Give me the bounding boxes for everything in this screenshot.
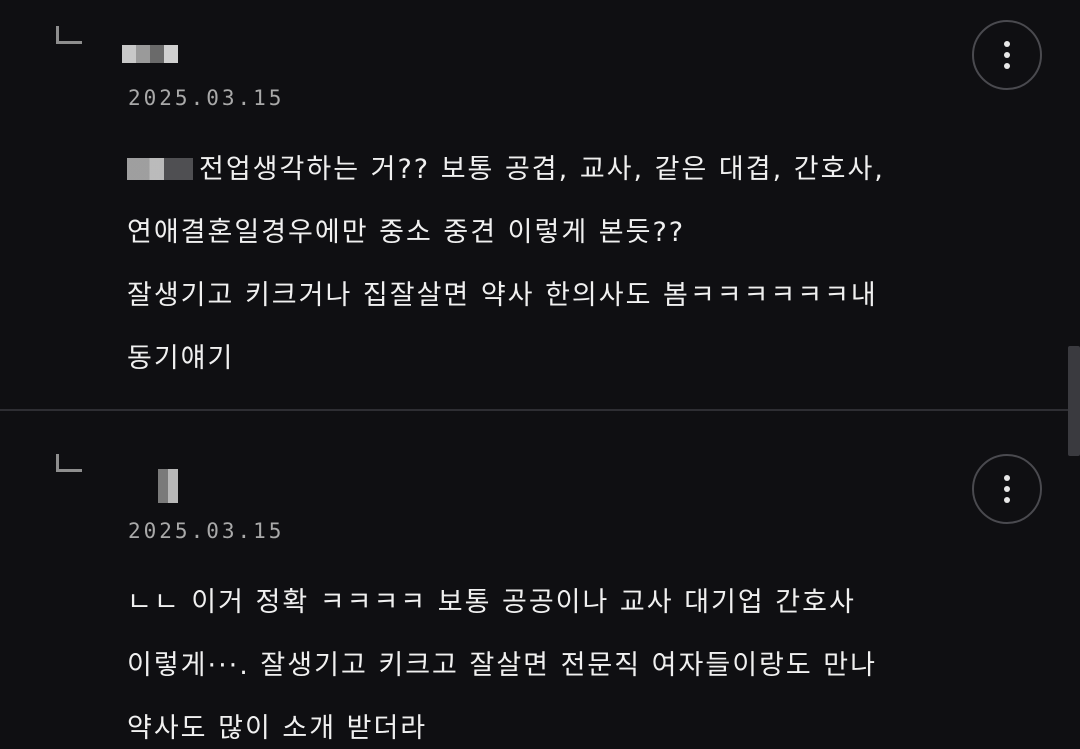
more-options-button[interactable] bbox=[972, 454, 1042, 524]
more-vertical-icon bbox=[1004, 475, 1010, 503]
reply-arrow-icon bbox=[56, 454, 82, 472]
comment-line: 약사도 많이 소개 받더라 bbox=[127, 713, 428, 744]
more-options-button[interactable] bbox=[972, 20, 1042, 90]
more-vertical-icon bbox=[1004, 41, 1010, 69]
comment-body: 전업생각하는 거?? 보통 공겹, 교사, 같은 대겹, 간호사, 연애결혼일경… bbox=[127, 138, 947, 390]
mention-blurred[interactable] bbox=[127, 158, 193, 180]
comment-line: 동기얘기 bbox=[127, 343, 235, 374]
comment-line: 전업생각하는 거?? 보통 공겹, 교사, 같은 대겹, 간호사, bbox=[127, 138, 947, 201]
comment-date: 2025.03.15 bbox=[128, 519, 285, 543]
comment-body: ㄴㄴ 이거 정확 ㅋㅋㅋㅋ 보통 공공이나 교사 대기업 간호사 이렇게···.… bbox=[127, 571, 947, 749]
username-blurred[interactable] bbox=[158, 469, 178, 503]
comment-line: 이렇게···. 잘생기고 키크고 잘살면 전문직 여자들이랑도 만나 bbox=[127, 650, 877, 681]
comment-line: 잘생기고 키크거나 집잘살면 약사 한의사도 봄ㅋㅋㅋㅋㅋㅋ내 bbox=[127, 280, 878, 311]
comment-line: ㄴㄴ 이거 정확 ㅋㅋㅋㅋ 보통 공공이나 교사 대기업 간호사 bbox=[127, 587, 856, 618]
scrollbar[interactable] bbox=[1068, 346, 1080, 456]
comment-line: 연애결혼일경우에만 중소 중견 이렇게 본듯?? bbox=[127, 217, 686, 248]
comment-2: 2025.03.15 ㄴㄴ 이거 정확 ㅋㅋㅋㅋ 보통 공공이나 교사 대기업 … bbox=[0, 411, 1080, 749]
comment-date: 2025.03.15 bbox=[128, 86, 285, 110]
comment-1: 2025.03.15 전업생각하는 거?? 보통 공겹, 교사, 같은 대겹, … bbox=[0, 0, 1080, 409]
reply-arrow-icon bbox=[56, 26, 82, 44]
username-blurred[interactable] bbox=[122, 45, 178, 63]
comment-line-text: 전업생각하는 거?? 보통 공겹, 교사, 같은 대겹, 간호사, bbox=[199, 154, 885, 185]
